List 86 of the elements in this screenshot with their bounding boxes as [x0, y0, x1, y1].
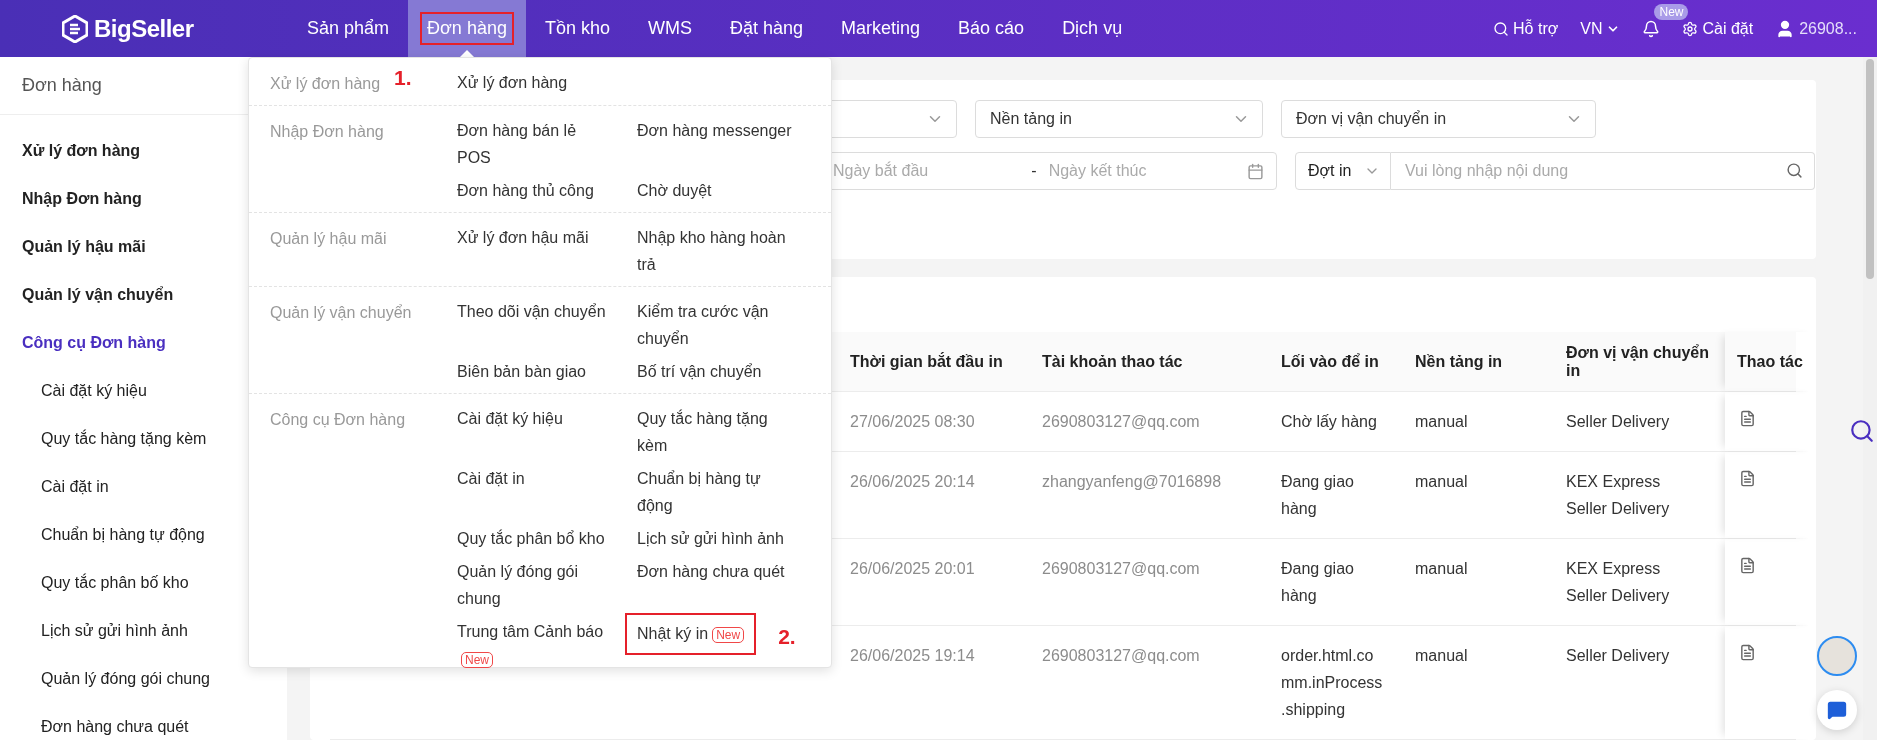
search-icon	[1786, 162, 1803, 179]
field-select[interactable]: Đợt in	[1295, 152, 1391, 190]
annotation-number: 1.	[394, 66, 412, 90]
bell-icon[interactable]	[1642, 19, 1661, 38]
table-cell: zhangyanfeng@7016898	[1042, 473, 1222, 490]
table-cell-text: manual	[1414, 472, 1469, 492]
menu-item[interactable]: Chuẩn bị hàng tự động	[637, 462, 793, 519]
sidebar-subitem[interactable]: Đơn hàng chưa quét	[0, 703, 287, 740]
nav-tab[interactable]: Tồn kho	[525, 0, 629, 57]
column-header: Đơn vị vận chuyển in	[1565, 342, 1710, 381]
table-cell: 26/06/2025 19:14	[850, 647, 975, 664]
nav-tab[interactable]: WMS	[628, 0, 711, 57]
table-cell: 2690803127@qq.com	[1042, 413, 1200, 430]
table-cell: 2690803127@qq.com	[1042, 560, 1200, 577]
table-cell: 26/06/2025 20:01	[850, 560, 975, 577]
menu-group-label: Quản lý hậu mãi	[270, 229, 387, 249]
logo-icon	[62, 14, 88, 43]
menu-item[interactable]: Trung tâm Cảnh báo New	[457, 615, 613, 672]
menu-group-label: Quản lý vận chuyển	[270, 303, 412, 323]
support-link[interactable]: Hỗ trợ	[1493, 19, 1559, 38]
column-header: Thao tác	[1725, 332, 1815, 391]
menu-group-label: Nhập Đơn hàng	[270, 122, 384, 142]
nav-tab[interactable]: Dịch vụ	[1043, 0, 1142, 57]
menu-item[interactable]: Nhập kho hàng hoàn trả	[637, 221, 793, 278]
table-cell-text: order.html.comm.inProcess.shipping	[1280, 646, 1384, 720]
logo-text: BigSeller	[94, 14, 194, 43]
menu-item[interactable]: Đơn hàng bán lẻ POS	[457, 114, 613, 171]
new-badge: New	[1654, 3, 1689, 20]
table-cell-text: Seller Delivery	[1566, 412, 1671, 432]
menu-item[interactable]: Đơn hàng thủ công	[457, 174, 594, 204]
search-icon	[1493, 20, 1510, 37]
column-header: Tài khoản thao tác	[1041, 351, 1184, 372]
table-cell: 26/06/2025 20:14	[850, 473, 975, 490]
column-header: Thời gian bắt đầu in	[849, 351, 1004, 372]
annotation-number: 2.	[778, 624, 796, 650]
column-header: Lối vào để in	[1280, 351, 1380, 372]
new-badge: New	[461, 651, 493, 668]
menu-item[interactable]: Quy tắc phân bổ kho	[457, 522, 605, 552]
table-cell-text: KEX Express	[1566, 472, 1662, 492]
menu-item[interactable]: Theo dõi vận chuyển	[457, 295, 606, 325]
table-cell: 27/06/2025 08:30	[850, 413, 975, 430]
table-cell-text: manual	[1414, 559, 1469, 579]
menu-item[interactable]: Xử lý đơn hậu mãi	[457, 221, 589, 251]
table-cell-text: Đang giao hàng	[1280, 559, 1355, 606]
table-cell-text: Seller Delivery	[1566, 586, 1671, 606]
chat-icon	[1827, 700, 1847, 720]
menu-item[interactable]: Bố trí vận chuyển	[637, 355, 762, 385]
menu-item[interactable]: Quản lý đóng gói chung	[457, 555, 613, 612]
menu-item[interactable]: Chờ duyệt	[637, 174, 712, 204]
menu-item[interactable]: Đơn hàng messenger	[637, 114, 792, 144]
carrier-select[interactable]: Đơn vị vận chuyển in	[1281, 100, 1596, 138]
menu-group-label: Công cụ Đơn hàng	[270, 410, 406, 430]
sidebar-subitem[interactable]: Quản lý đóng gói chung	[0, 655, 287, 703]
nav-tab[interactable]: Marketing	[822, 0, 940, 57]
settings-link[interactable]: Cài đặt	[1682, 19, 1754, 38]
chat-button[interactable]	[1817, 690, 1857, 730]
table-cell-text: manual	[1414, 412, 1469, 432]
table-cell-text: manual	[1414, 646, 1469, 666]
table-cell: 2690803127@qq.com	[1042, 647, 1200, 664]
menu-item[interactable]: Cài đặt ký hiệu	[457, 402, 563, 432]
nav-tab[interactable]: Đơn hàng	[408, 0, 526, 57]
nav-tab[interactable]: Đặt hàng	[710, 0, 823, 57]
column-header: Nền tảng in	[1414, 351, 1504, 372]
calendar-icon	[1247, 162, 1264, 180]
language-select[interactable]: VN	[1580, 19, 1621, 38]
table-cell-text: Seller Delivery	[1566, 499, 1671, 519]
table-cell-text: Đang giao hàng	[1280, 472, 1355, 519]
user-menu[interactable]: 26908...	[1775, 18, 1857, 39]
nav-tab[interactable]: Sản phẩm	[288, 0, 409, 57]
platform-select[interactable]: Nền tảng in	[975, 100, 1263, 138]
menu-item[interactable]: Biên bản bàn giao	[457, 355, 586, 385]
menu-item[interactable]: Lịch sử gửi hình ảnh	[637, 522, 784, 552]
nav-tab[interactable]: Báo cáo	[939, 0, 1044, 57]
new-badge: New	[712, 626, 745, 643]
table-cell-text: Chờ lấy hàng	[1280, 412, 1378, 432]
settings-icon	[1682, 20, 1699, 37]
menu-item[interactable]: Cài đặt in	[457, 462, 525, 492]
menu-item[interactable]: Đơn hàng chưa quét	[637, 555, 785, 585]
avatar[interactable]	[1817, 636, 1857, 676]
search-icon[interactable]	[1849, 418, 1875, 444]
menu-item[interactable]: Xử lý đơn hàng	[457, 66, 568, 96]
menu-item[interactable]: Quy tắc hàng tặng kèm	[637, 402, 793, 459]
menu-item[interactable]: Kiểm tra cước vận chuyển	[637, 295, 793, 352]
table-cell-text: KEX Express	[1566, 559, 1662, 579]
table-cell-text: Seller Delivery	[1566, 646, 1671, 666]
search-field[interactable]: Vui lòng nhập nội dung	[1391, 152, 1815, 190]
